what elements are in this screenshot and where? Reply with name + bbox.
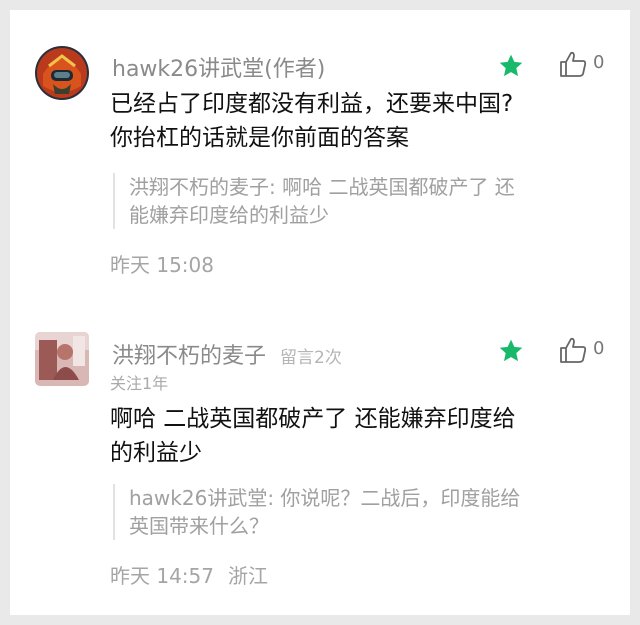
timestamp: 昨天 15:08 (110, 249, 214, 278)
author-name-text: 洪翔不朽的麦子 (112, 344, 267, 369)
author-avatar[interactable] (35, 332, 89, 386)
quote-line: hawk26讲武堂: 你说呢？二战后，印度能给 (129, 486, 521, 510)
like-count: 0 (593, 338, 605, 359)
timestamp: 昨天 14:57 浙江 (110, 560, 268, 589)
author-avatar[interactable] (35, 46, 89, 100)
quoted-reply[interactable]: hawk26讲武堂: 你说呢？二战后，印度能给 英国带来什么？ (113, 484, 599, 540)
quote-line: 能嫌弃印度给的利益少 (129, 203, 329, 227)
comment-card: hawk26讲武堂(作者) 0 已经占了印度都没有利益，还要来中国? 你抬杠的话… (10, 10, 630, 615)
star-icon[interactable] (498, 53, 524, 79)
comment-text: 啊哈 二战英国都破产了 还能嫌弃印度给 的利益少 (110, 402, 610, 470)
quote-line: 英国带来什么？ (129, 514, 269, 538)
message-count: 留言2次 (280, 348, 342, 368)
follow-duration: 关注1年 (110, 374, 169, 393)
thumbs-up-icon[interactable] (558, 336, 588, 364)
quoted-reply[interactable]: 洪翔不朽的麦子: 啊哈 二战英国都破产了 还 能嫌弃印度给的利益少 (113, 173, 599, 229)
author-name[interactable]: 洪翔不朽的麦子 留言2次 (112, 338, 342, 370)
like-count: 0 (593, 52, 605, 73)
time-text: 昨天 15:08 (110, 253, 214, 277)
comment-text-line: 你抬杠的话就是你前面的答案 (110, 125, 409, 151)
star-icon[interactable] (498, 338, 524, 364)
comment-text-line: 的利益少 (110, 440, 202, 466)
comment-text-line: 啊哈 二战英国都破产了 还能嫌弃印度给 (110, 406, 516, 432)
author-name[interactable]: hawk26讲武堂(作者) (112, 51, 325, 83)
quote-line: 洪翔不朽的麦子: 啊哈 二战英国都破产了 还 (129, 175, 515, 199)
photo-avatar-icon (35, 332, 89, 386)
time-text: 昨天 14:57 (110, 564, 214, 588)
pilot-helmet-avatar-icon (35, 46, 89, 100)
comment-text-line: 已经占了印度都没有利益，还要来中国? (110, 91, 514, 117)
thumbs-up-icon[interactable] (558, 50, 588, 78)
location-text: 浙江 (228, 564, 268, 588)
comment-text: 已经占了印度都没有利益，还要来中国? 你抬杠的话就是你前面的答案 (110, 87, 610, 155)
